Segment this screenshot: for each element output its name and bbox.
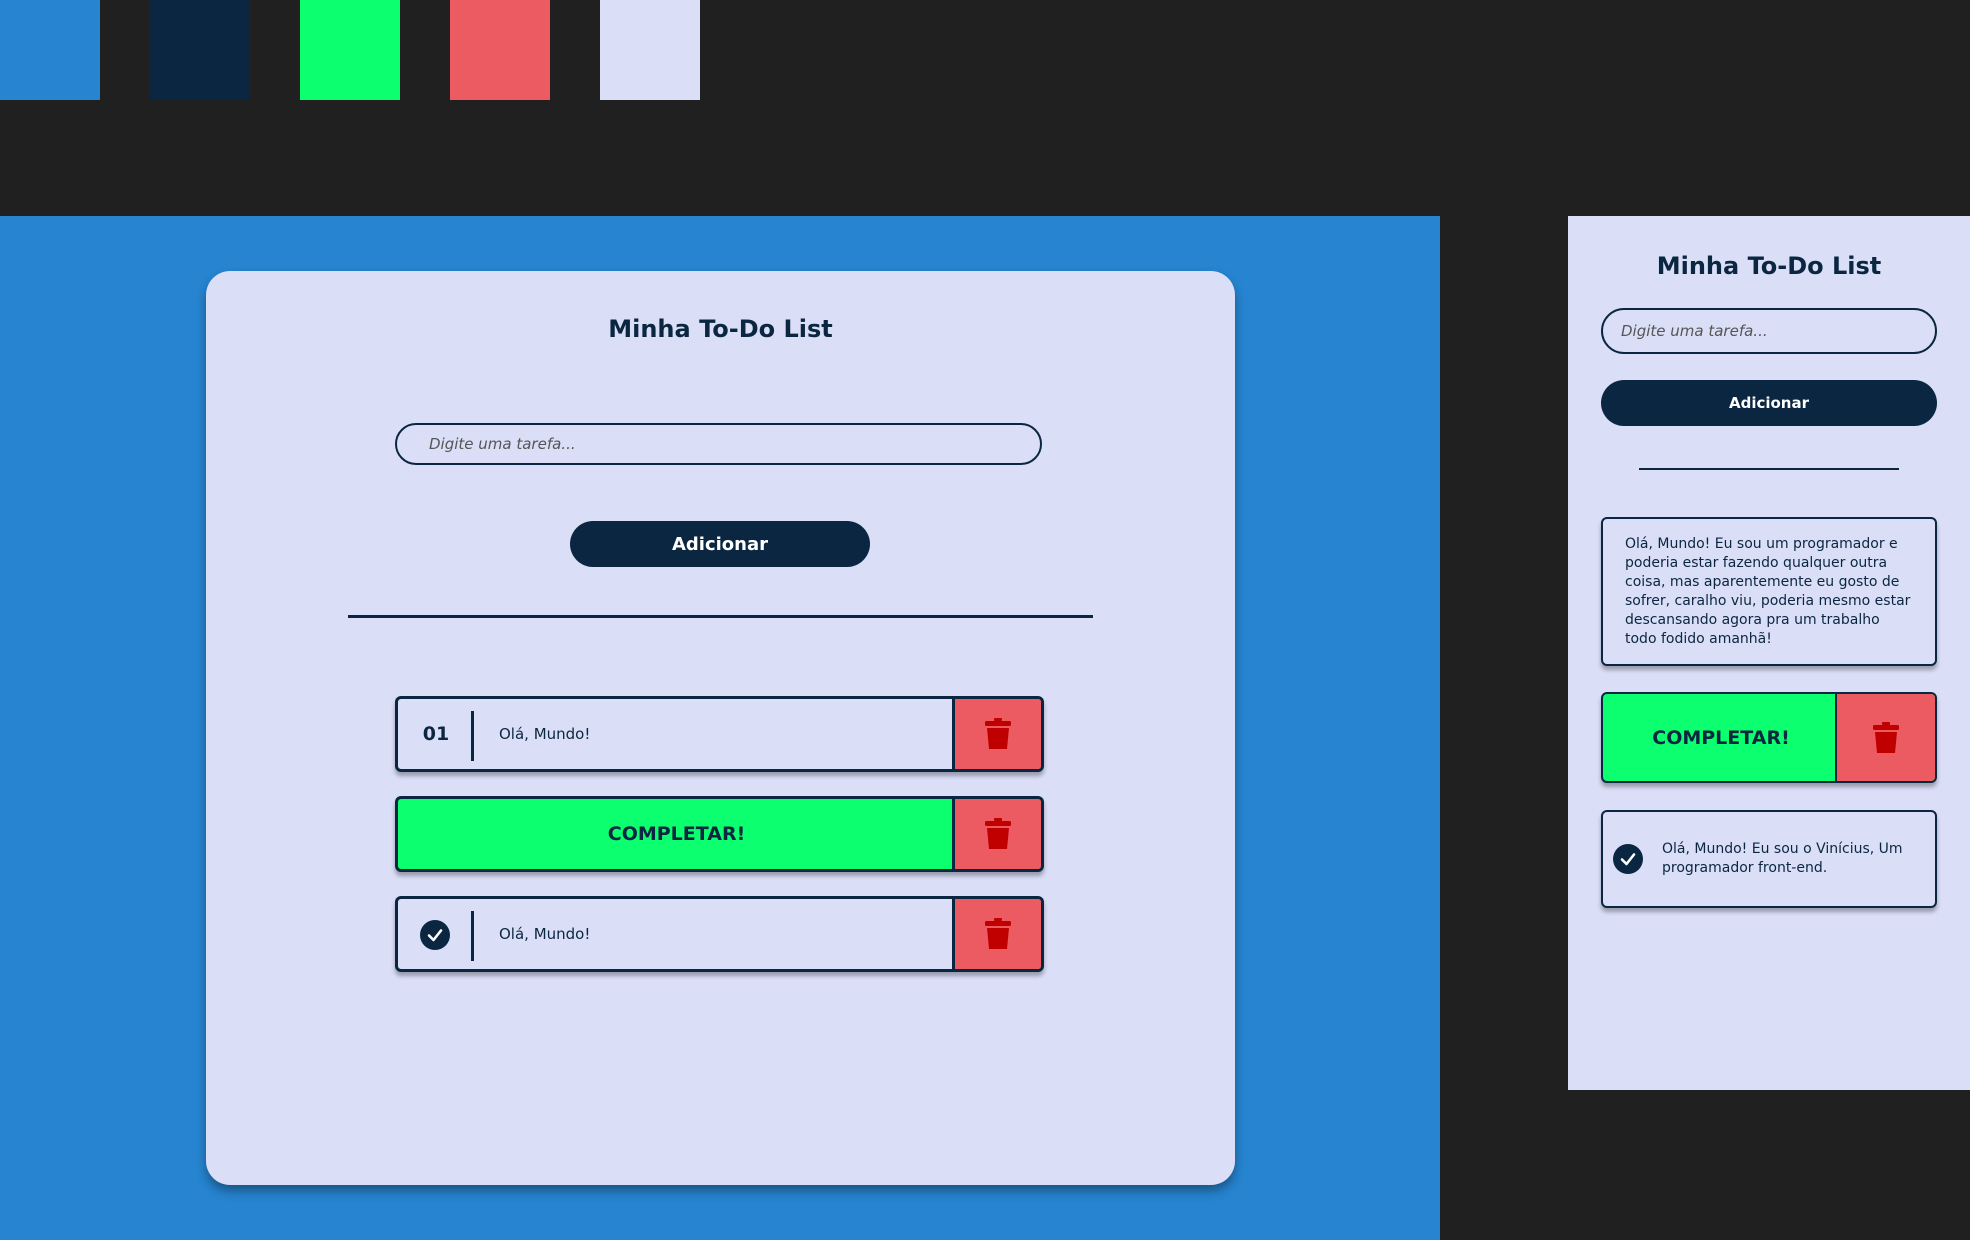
task-text: Olá, Mundo! Eu sou um programador e pode…: [1625, 536, 1911, 647]
task-item-done[interactable]: Olá, Mundo! Eu sou o Vinícius, Um progra…: [1601, 810, 1937, 908]
todo-card: Minha To-Do List Adicionar 01 Olá, Mundo…: [206, 271, 1235, 1185]
add-task-button[interactable]: Adicionar: [1601, 380, 1937, 426]
task-item[interactable]: Olá, Mundo! Eu sou um programador e pode…: [1601, 517, 1937, 666]
check-circle-icon: [420, 920, 450, 950]
task-item-complete-hover[interactable]: COMPLETAR!: [395, 796, 1044, 872]
complete-task-button[interactable]: COMPLETAR!: [398, 799, 955, 869]
trash-icon: [985, 918, 1011, 949]
task-input[interactable]: [1601, 308, 1937, 354]
task-text: Olá, Mundo!: [499, 725, 591, 743]
palette-swatch-lavender: [600, 0, 700, 100]
task-text: Olá, Mundo! Eu sou o Vinícius, Um progra…: [1662, 841, 1903, 876]
palette-swatch-red: [450, 0, 550, 100]
divider: [1639, 468, 1899, 470]
palette-swatch-blue: [0, 0, 100, 100]
task-item-complete-hover[interactable]: COMPLETAR!: [1601, 692, 1937, 783]
check-circle-icon: [1613, 844, 1643, 874]
task-item-done[interactable]: Olá, Mundo!: [395, 896, 1044, 972]
page-title: Minha To-Do List: [608, 315, 833, 343]
palette-swatch-green: [300, 0, 400, 100]
mobile-frame: Minha To-Do List Adicionar Olá, Mundo! E…: [1568, 216, 1970, 1090]
task-input[interactable]: [395, 423, 1042, 465]
palette-swatch-navy: [150, 0, 250, 100]
page-title: Minha To-Do List: [1656, 252, 1882, 280]
task-item[interactable]: 01 Olá, Mundo!: [395, 696, 1044, 772]
task-separator: [471, 911, 474, 961]
delete-task-button[interactable]: [952, 899, 1041, 969]
trash-icon: [1873, 721, 1899, 753]
trash-icon: [985, 818, 1011, 849]
add-task-button[interactable]: Adicionar: [570, 521, 870, 567]
complete-task-button[interactable]: COMPLETAR!: [1603, 694, 1839, 781]
delete-task-button[interactable]: [952, 799, 1041, 869]
delete-task-button[interactable]: [952, 699, 1041, 769]
divider: [348, 615, 1093, 618]
task-separator: [471, 711, 474, 761]
trash-icon: [985, 718, 1011, 749]
delete-task-button[interactable]: [1835, 694, 1935, 781]
task-text: Olá, Mundo!: [499, 925, 591, 943]
task-number: 01: [422, 723, 450, 745]
